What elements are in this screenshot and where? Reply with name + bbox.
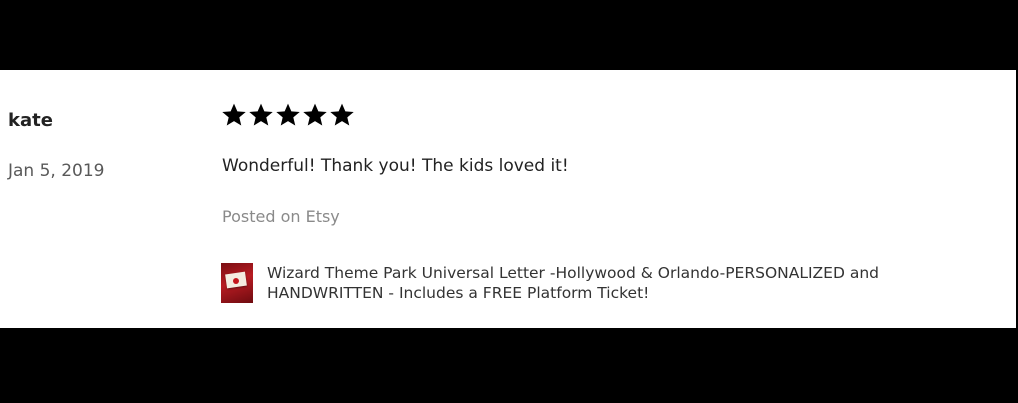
review-card: kate Jan 5, 2019 Wonderful! Thank you! T… [0,70,1016,328]
star-rating [221,102,355,128]
star-icon [329,102,355,128]
posted-on-label: Posted on Etsy [222,207,340,226]
star-icon [275,102,301,128]
star-icon [302,102,328,128]
star-icon [221,102,247,128]
listing-thumbnail[interactable] [221,263,253,303]
review-text: Wonderful! Thank you! The kids loved it! [222,156,569,176]
listing-link[interactable]: Wizard Theme Park Universal Letter -Holl… [221,263,967,303]
review-date: Jan 5, 2019 [8,161,105,181]
listing-title[interactable]: Wizard Theme Park Universal Letter -Holl… [267,263,967,303]
reviewer-name[interactable]: kate [8,110,53,131]
wax-seal-shape [233,278,239,284]
star-icon [248,102,274,128]
